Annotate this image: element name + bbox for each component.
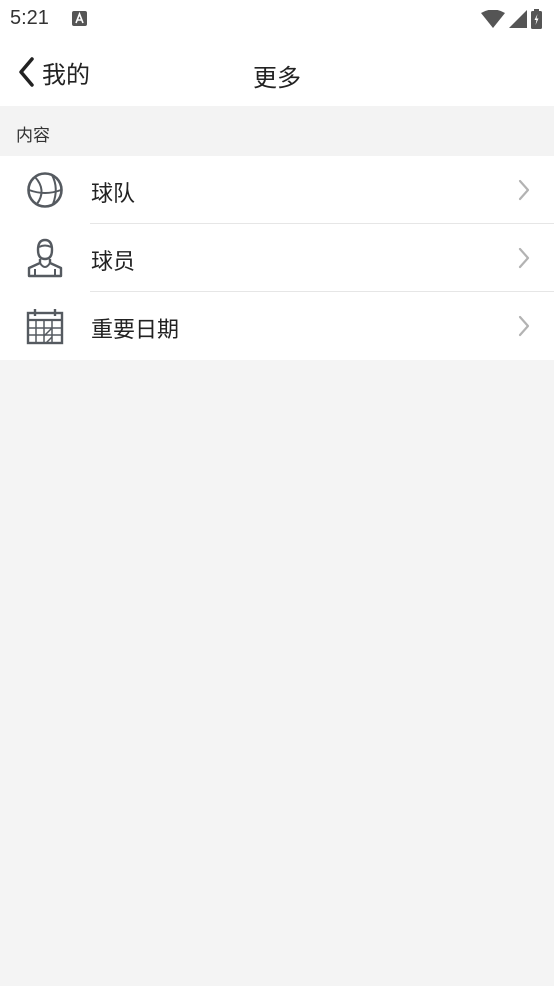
a-icon <box>72 11 87 26</box>
list-item-teams[interactable]: 球队 <box>0 156 554 224</box>
wifi-icon <box>481 10 505 28</box>
player-icon <box>27 238 63 278</box>
signal-icon <box>509 10 527 28</box>
section-header: 内容 <box>0 106 554 156</box>
basketball-icon <box>27 172 63 208</box>
chevron-right-icon <box>518 179 530 201</box>
content-list: 球队 球员 重要日期 <box>0 156 554 360</box>
list-item-players[interactable]: 球员 <box>0 224 554 292</box>
list-item-key-dates[interactable]: 重要日期 <box>0 292 554 360</box>
status-icons <box>481 8 542 30</box>
battery-icon <box>531 9 542 29</box>
status-bar: 5:21 <box>0 0 554 38</box>
calendar-icon <box>26 309 64 345</box>
status-time: 5:21 <box>10 7 49 29</box>
page-title: 更多 <box>253 64 301 92</box>
list-item-label: 球员 <box>91 250 136 275</box>
list-item-label: 重要日期 <box>91 318 180 343</box>
section-title: 内容 <box>16 126 50 146</box>
chevron-right-icon <box>518 247 530 269</box>
top-app-bar: 我的 更多 <box>0 38 554 106</box>
chevron-right-icon <box>518 315 530 337</box>
list-item-label: 球队 <box>91 182 136 207</box>
